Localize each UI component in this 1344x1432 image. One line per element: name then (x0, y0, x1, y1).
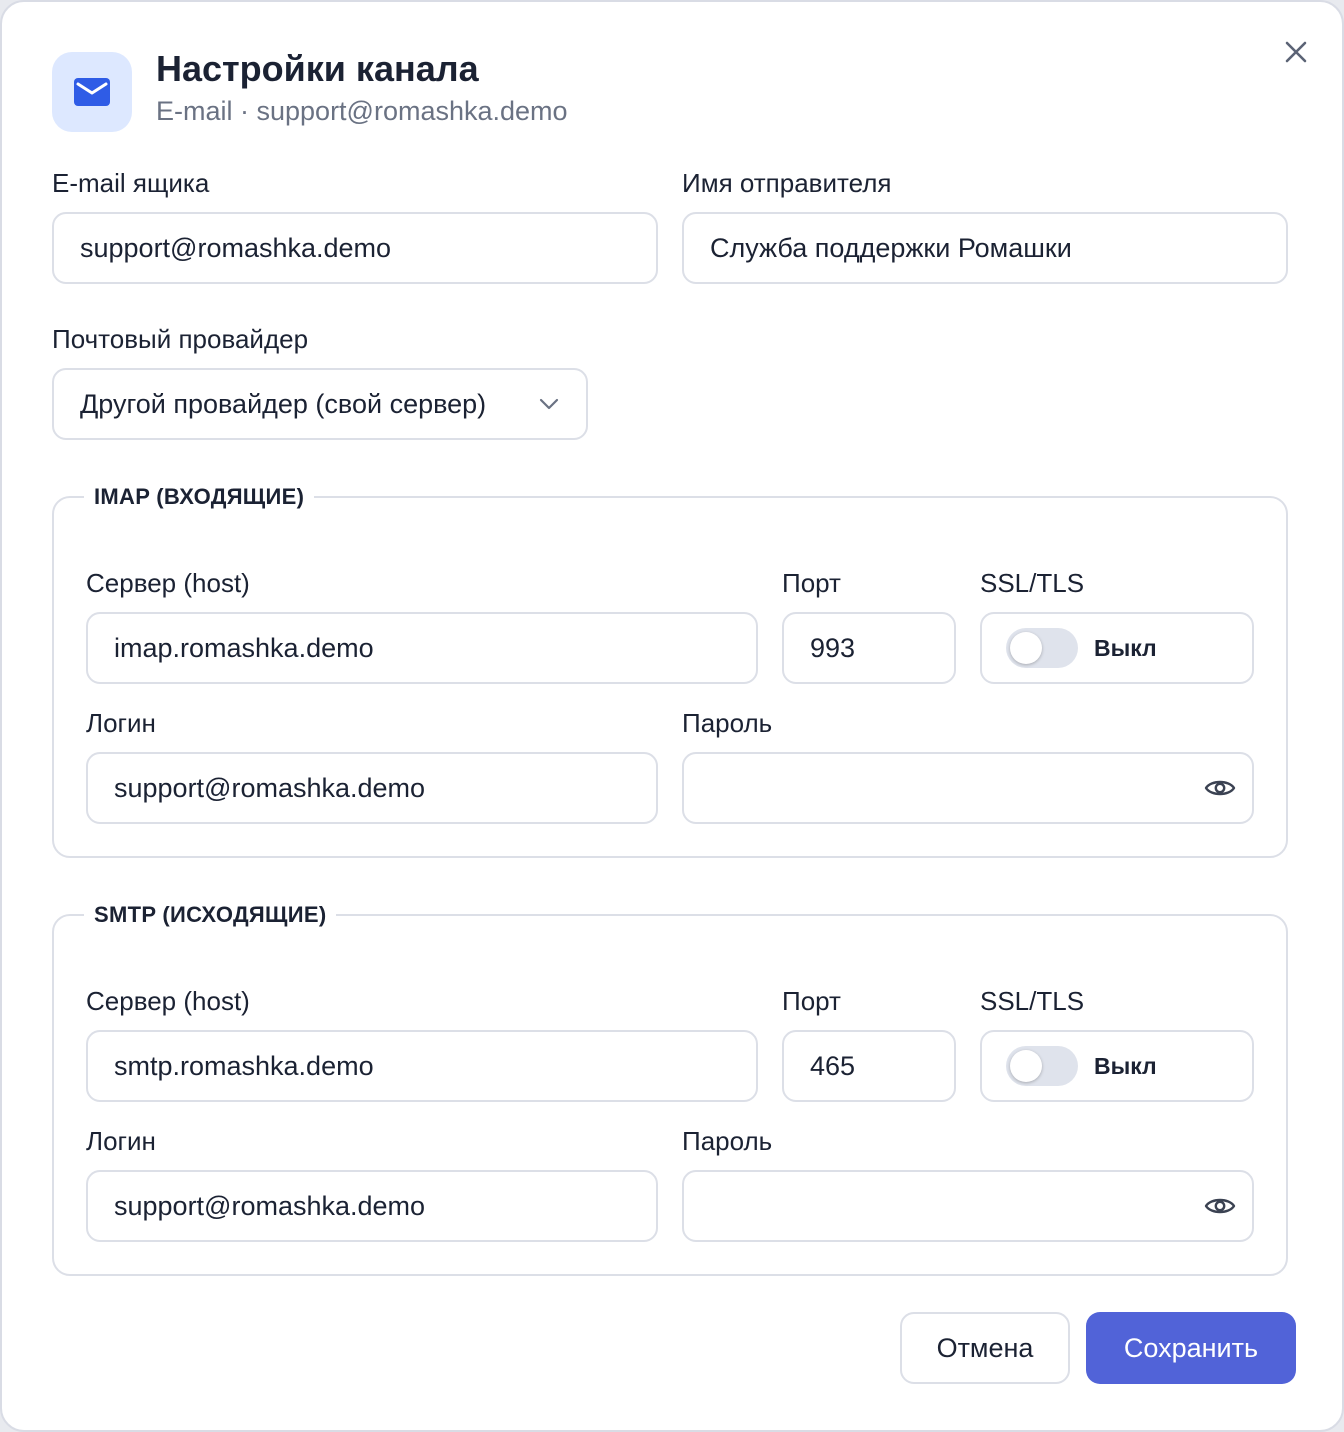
eye-icon[interactable] (1204, 1194, 1236, 1218)
close-icon (1285, 41, 1307, 63)
provider-value: Другой провайдер (свой сервер) (80, 388, 487, 419)
imap-ssl-state: Выкл (1094, 634, 1157, 661)
save-button[interactable]: Сохранить (1086, 1312, 1296, 1384)
smtp-login-value: support@romashka.demo (114, 1190, 426, 1221)
smtp-ssl-state: Выкл (1094, 1052, 1157, 1079)
dialog-subtitle: E-mail · support@romashka.demo (156, 96, 568, 126)
imap-port-label: Порт (782, 568, 841, 598)
imap-ssl-label: SSL/TLS (980, 568, 1085, 598)
smtp-host-label: Сервер (host) (86, 986, 250, 1016)
smtp-login-label: Логин (86, 1126, 156, 1156)
smtp-ssl-toggle[interactable] (1006, 1046, 1078, 1086)
imap-login-value: support@romashka.demo (114, 772, 426, 803)
toggle-knob (1010, 632, 1042, 664)
sender-name-input[interactable]: Служба поддержки Ромашки (682, 212, 1288, 284)
imap-ssl-field: Выкл (980, 612, 1254, 684)
smtp-port-label: Порт (782, 986, 841, 1016)
imap-host-value: imap.romashka.demo (114, 632, 374, 663)
channel-settings-dialog: Настройки канала E-mail · support@romash… (0, 0, 1344, 1432)
imap-host-input[interactable]: imap.romashka.demo (86, 612, 758, 684)
provider-label: Почтовый провайдер (52, 324, 309, 354)
chevron-down-icon (539, 398, 559, 410)
smtp-login-input[interactable]: support@romashka.demo (86, 1170, 658, 1242)
toggle-knob (1010, 1050, 1042, 1082)
sender-name-label: Имя отправителя (682, 168, 892, 198)
smtp-port-input[interactable]: 465 (782, 1030, 956, 1102)
smtp-host-value: smtp.romashka.demo (114, 1050, 374, 1081)
imap-login-label: Логин (86, 708, 156, 738)
smtp-password-input[interactable] (682, 1170, 1254, 1242)
smtp-ssl-label: SSL/TLS (980, 986, 1085, 1016)
imap-legend: IMAP (ВХОДЯЩИЕ) (84, 484, 315, 510)
imap-password-label: Пароль (682, 708, 773, 738)
sender-name-value: Служба поддержки Ромашки (710, 232, 1072, 263)
smtp-ssl-field: Выкл (980, 1030, 1254, 1102)
imap-ssl-toggle[interactable] (1006, 628, 1078, 668)
dialog-title: Настройки канала (156, 48, 479, 89)
smtp-host-input[interactable]: smtp.romashka.demo (86, 1030, 758, 1102)
smtp-legend: SMTP (ИСХОДЯЩИЕ) (84, 902, 337, 928)
mailbox-value: support@romashka.demo (80, 232, 392, 263)
close-button[interactable] (1276, 32, 1316, 72)
provider-select[interactable]: Другой провайдер (свой сервер) (52, 368, 588, 440)
imap-port-input[interactable]: 993 (782, 612, 956, 684)
cancel-button[interactable]: Отмена (900, 1312, 1070, 1384)
imap-password-input[interactable] (682, 752, 1254, 824)
eye-icon[interactable] (1204, 776, 1236, 800)
mailbox-label: E-mail ящика (52, 168, 210, 198)
smtp-port-value: 465 (810, 1050, 856, 1081)
mail-icon (52, 52, 132, 132)
smtp-password-label: Пароль (682, 1126, 773, 1156)
imap-login-input[interactable]: support@romashka.demo (86, 752, 658, 824)
mailbox-input[interactable]: support@romashka.demo (52, 212, 658, 284)
imap-host-label: Сервер (host) (86, 568, 250, 598)
imap-port-value: 993 (810, 632, 856, 663)
